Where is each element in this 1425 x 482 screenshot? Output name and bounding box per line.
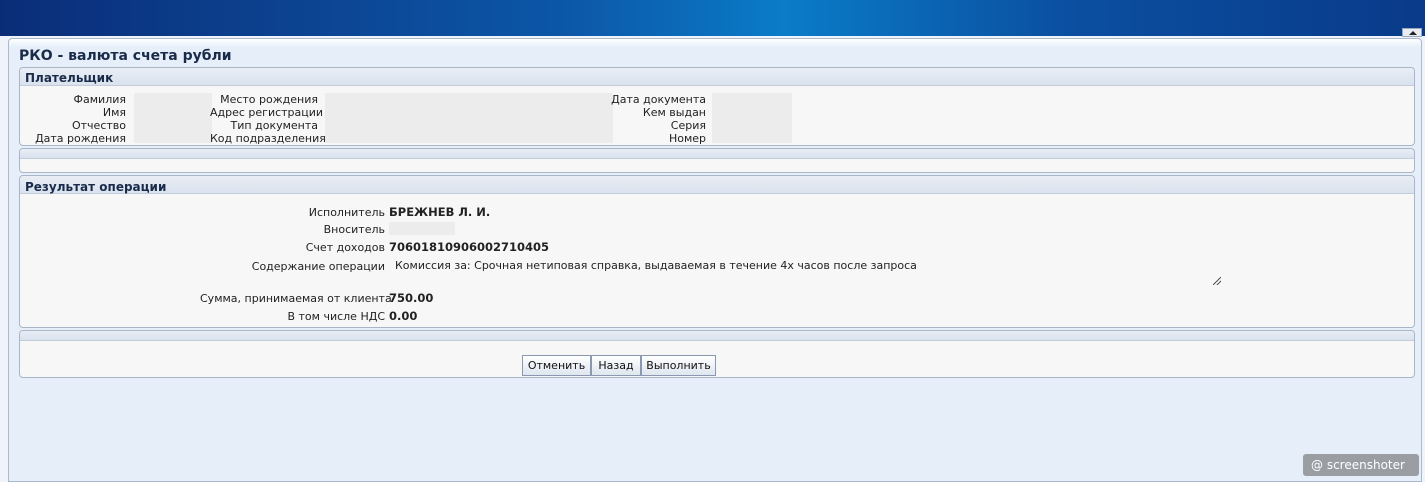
payer-col1-values-redacted xyxy=(134,93,212,143)
operation-content-label: Содержание операции xyxy=(251,260,385,273)
depositor-value-redacted xyxy=(389,222,455,235)
document-date-label: Дата документа xyxy=(611,93,706,106)
birth-place-label: Место рождения xyxy=(220,93,318,106)
payer-col3-values-redacted xyxy=(712,93,792,143)
resize-grip-icon[interactable] xyxy=(1213,277,1221,285)
result-panel: Результат операции xyxy=(19,175,1415,328)
result-panel-title: Результат операции xyxy=(25,180,167,194)
top-banner xyxy=(0,0,1425,36)
birth-date-label: Дата рождения xyxy=(35,132,126,145)
registration-address-label: Адрес регистрации xyxy=(210,106,324,119)
executor-label: Исполнитель xyxy=(308,206,385,219)
patronymic-label: Отчество xyxy=(71,119,126,132)
document-type-label: Тип документа xyxy=(230,119,318,132)
cancel-button[interactable]: Отменить xyxy=(522,355,591,376)
vat-label: В том числе НДС xyxy=(287,310,385,323)
empty-panel xyxy=(19,148,1415,173)
income-account-value: 70601810906002710405 xyxy=(389,240,550,254)
issued-by-label: Кем выдан xyxy=(642,106,706,119)
payer-col2-values-redacted xyxy=(325,93,613,143)
operation-content-value: Комиссия за: Срочная нетиповая справка, … xyxy=(395,259,917,272)
number-label: Номер xyxy=(668,132,706,145)
operation-content-textarea[interactable]: Комиссия за: Срочная нетиповая справка, … xyxy=(389,258,1221,285)
screenshoter-watermark: @ screenshoter xyxy=(1303,454,1419,476)
collapse-header-button[interactable] xyxy=(1402,28,1422,37)
depositor-label: Вноситель xyxy=(323,223,385,236)
amount-value: 750.00 xyxy=(389,291,434,305)
series-label: Серия xyxy=(670,119,706,132)
back-button[interactable]: Назад xyxy=(591,355,641,376)
execute-button[interactable]: Выполнить xyxy=(641,355,716,376)
payer-panel-title: Плательщик xyxy=(25,71,114,85)
page-title: РКО - валюта счета рубли xyxy=(19,48,232,64)
actions-panel xyxy=(19,330,1415,378)
surname-label: Фамилия xyxy=(73,93,126,106)
amount-label: Сумма, принимаемая от клиента xyxy=(200,292,392,305)
executor-value: БРЕЖНЕВ Л. И. xyxy=(389,205,491,219)
department-code-label: Код подразделения xyxy=(210,132,326,145)
name-label: Имя xyxy=(102,106,126,119)
income-account-label: Счет доходов xyxy=(305,241,385,254)
vat-value: 0.00 xyxy=(389,309,418,323)
